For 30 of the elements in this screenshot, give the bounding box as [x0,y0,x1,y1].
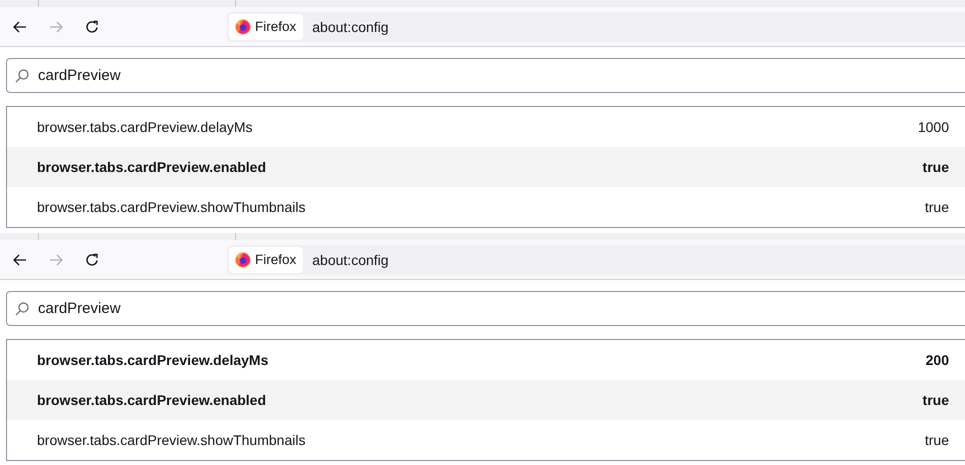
preference-name: browser.tabs.cardPreview.delayMs [37,352,268,368]
preference-value: 1000 [918,119,949,135]
forward-arrow-icon [48,252,64,268]
preference-name: browser.tabs.cardPreview.enabled [37,159,266,175]
url-text[interactable]: about:config [312,18,389,34]
preference-value: true [924,432,949,448]
search-field[interactable]: cardPreview [6,58,965,93]
search-field[interactable]: cardPreview [6,291,965,326]
forward-arrow-icon [48,18,64,34]
preference-value: 200 [926,352,949,368]
url-text[interactable]: about:config [312,252,389,268]
preference-name: browser.tabs.cardPreview.delayMs [37,119,253,135]
preference-value: true [922,159,949,175]
preference-name: browser.tabs.cardPreview.showThumbnails [37,199,306,215]
preference-value: true [922,392,949,408]
search-icon [15,302,29,316]
reload-icon [84,252,100,268]
back-arrow-icon [12,252,28,268]
identity-box[interactable]: Firefox [229,246,304,272]
preference-name: browser.tabs.cardPreview.showThumbnails [37,432,306,448]
search-icon [15,69,29,83]
reload-icon [84,18,100,34]
preference-name: browser.tabs.cardPreview.enabled [37,392,266,408]
identity-box[interactable]: Firefox [229,14,304,40]
identity-label: Firefox [255,252,296,267]
browser-logo-icon [235,18,251,34]
back-arrow-icon [12,18,28,34]
identity-label: Firefox [255,19,296,34]
browser-logo-icon [235,252,251,268]
preference-value: true [924,199,949,215]
